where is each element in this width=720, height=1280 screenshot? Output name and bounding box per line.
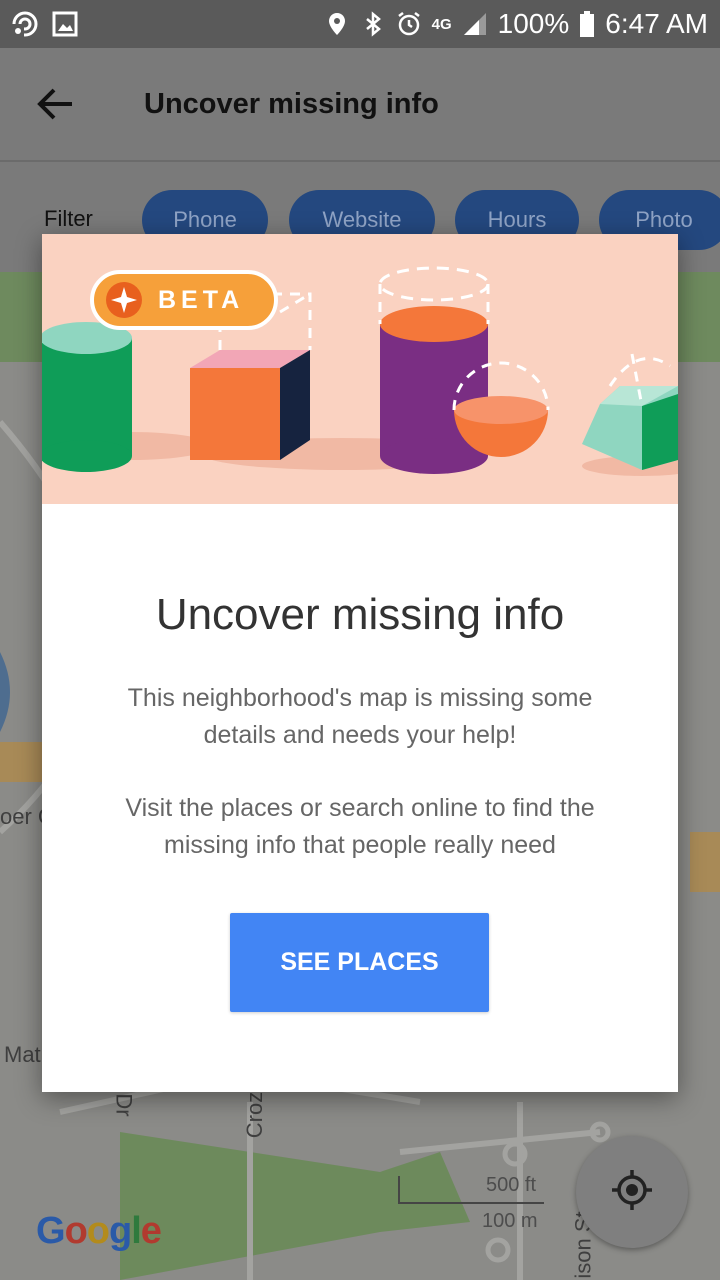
dialog-illustration: BETA [42,234,678,504]
dialog-description-1: This neighborhood's map is missing some … [127,684,593,749]
alarm-icon [396,11,422,37]
onboarding-dialog: BETA Uncover missing info This neighborh… [42,234,678,1092]
beta-badge: BETA [90,270,278,330]
filter-label: Filter [44,206,93,231]
page-title: Uncover missing info [144,87,439,120]
map-label-street-4: Croz [242,1091,268,1139]
battery-percent: 100% [497,8,570,39]
scale-feet: 500 ft [486,1174,537,1196]
see-places-button[interactable]: SEE PLACES [230,913,489,1012]
my-location-button[interactable] [576,1136,688,1248]
scale-meters: 100 m [482,1210,538,1232]
network-type: 4G [431,15,452,33]
clock: 6:47 AM [605,8,708,39]
dialog-description-2: Visit the places or search online to fin… [125,794,595,859]
bluetooth-icon [360,11,386,37]
cast-icon [12,11,38,37]
arrow-back-icon[interactable] [36,84,76,124]
sparkle-icon [106,282,142,318]
beta-label: BETA [158,285,245,314]
map-label-street-2: Mat [4,1042,41,1067]
status-bar: 4G 100% 6:47 AM [0,0,720,48]
location-icon [324,11,350,37]
signal-icon [462,11,488,37]
google-logo: Google [36,1210,162,1252]
map-label-street-3: Dr [111,1093,137,1117]
dialog-title: Uncover missing info [155,590,565,639]
app-bar: Uncover missing info [0,48,720,160]
battery-icon [579,11,595,37]
my-location-icon [610,1168,654,1217]
image-icon [52,11,78,37]
